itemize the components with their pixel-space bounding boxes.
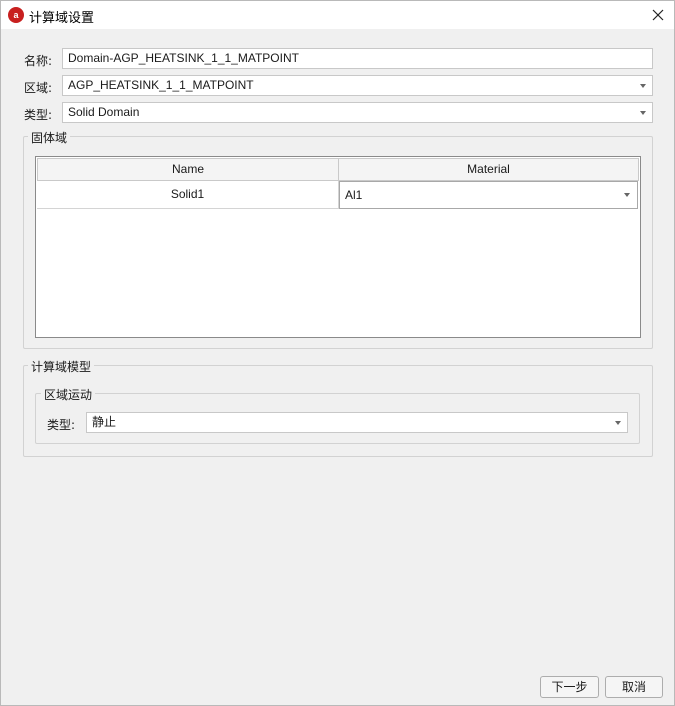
app-logo-glyph: a (13, 10, 19, 20)
region-motion-group-title: 区域运动 (41, 386, 96, 403)
material-select-value: Al1 (345, 188, 363, 202)
region-select[interactable]: AGP_HEATSINK_1_1_MATPOINT (62, 75, 653, 96)
chevron-down-icon (640, 111, 646, 115)
chevron-down-icon (615, 421, 621, 425)
region-label: 区域: (24, 81, 53, 95)
close-icon (652, 9, 664, 21)
motion-type-label: 类型: (47, 418, 76, 432)
app-logo-icon: a (8, 7, 24, 23)
dialog-title: 计算域设置 (29, 11, 95, 26)
close-button[interactable] (645, 3, 671, 27)
next-button[interactable]: 下一步 (540, 676, 599, 698)
motion-type-select[interactable]: 静止 (86, 412, 628, 433)
chevron-down-icon (624, 193, 630, 197)
dialog-window: a 计算域设置 名称: Domain-AGP_HEATSINK_1_1_MATP… (0, 0, 675, 706)
solid-domain-group-title: 固体域 (28, 129, 71, 146)
name-label: 名称: (24, 54, 53, 68)
domain-model-group-title: 计算域模型 (28, 358, 95, 375)
type-label: 类型: (24, 108, 53, 122)
region-select-value: AGP_HEATSINK_1_1_MATPOINT (68, 78, 254, 92)
material-table: Name Material Solid1 Al1 (35, 156, 641, 338)
column-header-name[interactable]: Name (37, 158, 339, 181)
type-select-value: Solid Domain (68, 105, 140, 119)
cancel-button[interactable]: 取消 (605, 676, 663, 698)
motion-type-select-value: 静止 (92, 415, 117, 429)
column-header-material[interactable]: Material (338, 158, 639, 181)
chevron-down-icon (640, 84, 646, 88)
title-bar: a 计算域设置 (1, 1, 674, 29)
material-select[interactable]: Al1 (339, 181, 638, 209)
table-cell-name[interactable]: Solid1 (37, 181, 339, 209)
type-select[interactable]: Solid Domain (62, 102, 653, 123)
name-input[interactable]: Domain-AGP_HEATSINK_1_1_MATPOINT (62, 48, 653, 69)
